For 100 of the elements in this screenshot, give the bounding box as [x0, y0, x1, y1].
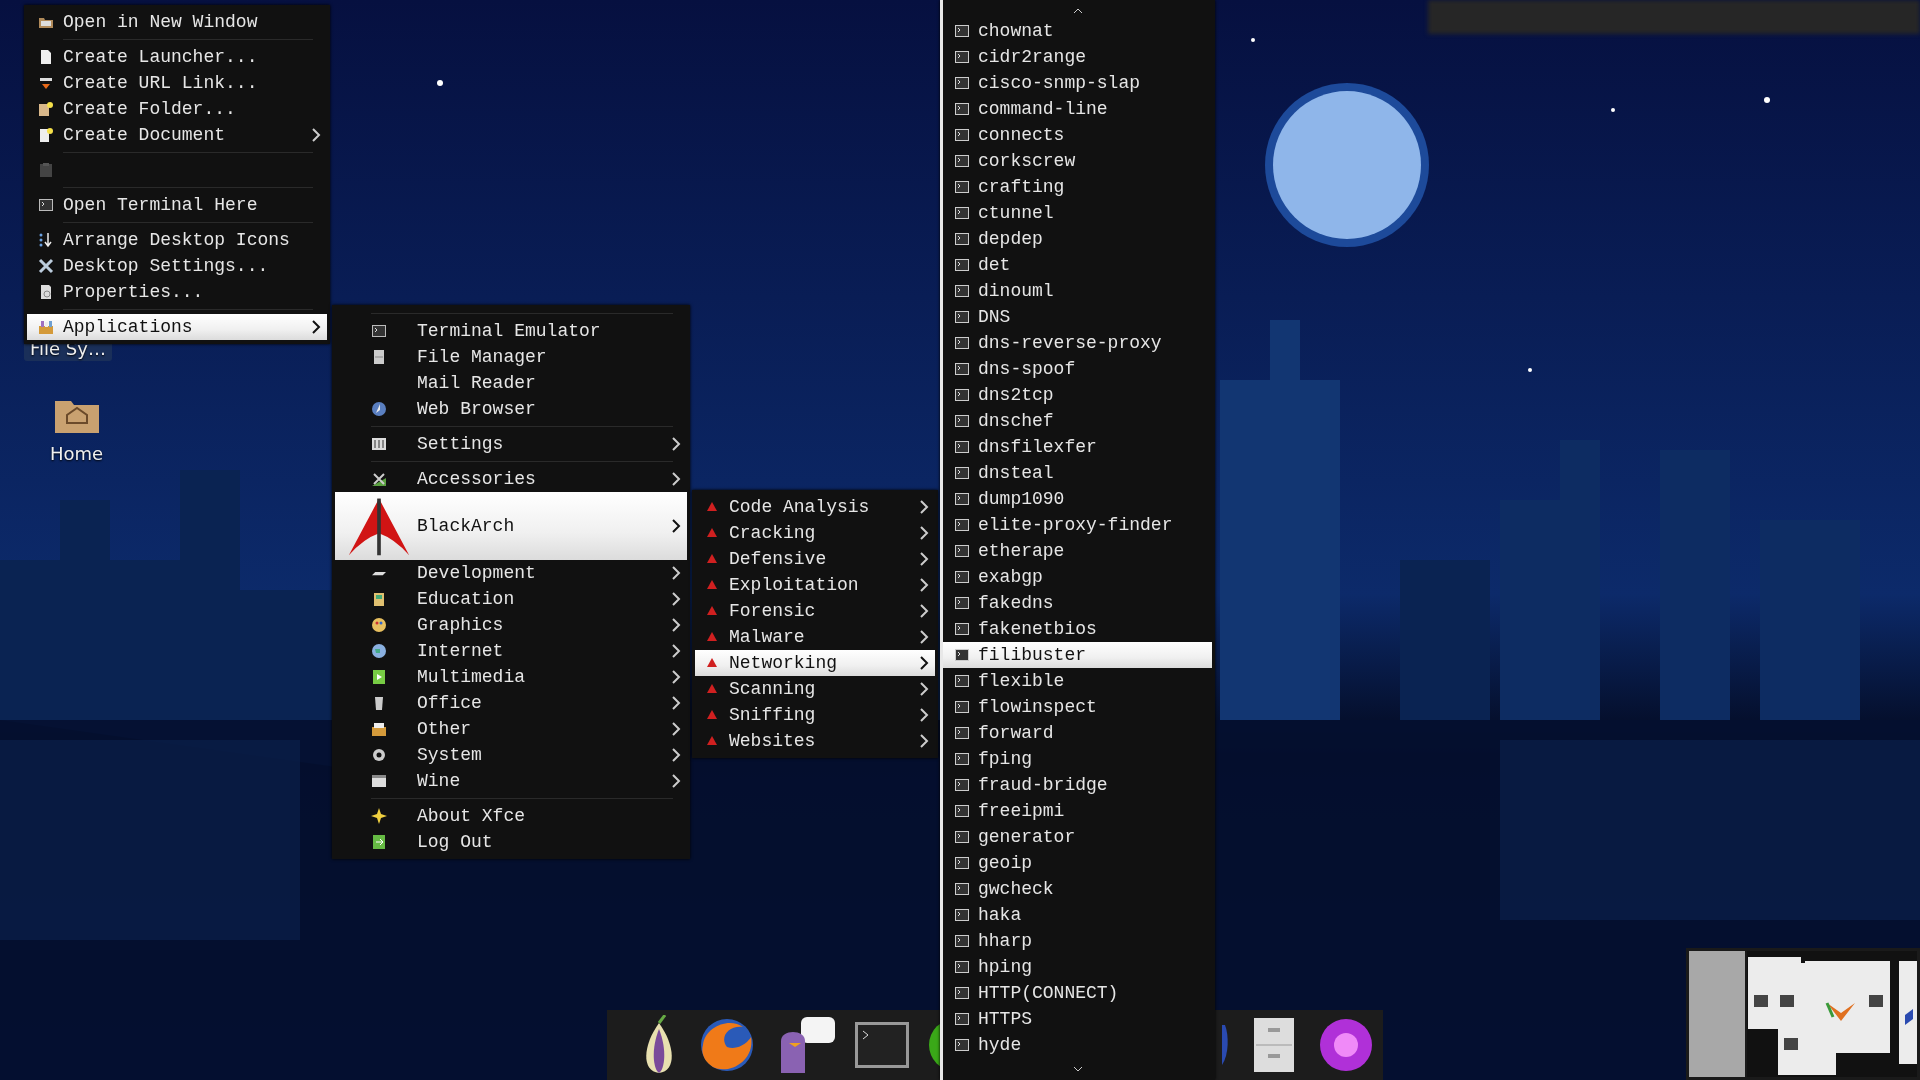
menu-item[interactable]: hharp	[943, 928, 1212, 954]
menu-item[interactable]: Log Out	[335, 829, 687, 855]
menu-item[interactable]: geoip	[943, 850, 1212, 876]
terminal-icon	[955, 232, 969, 246]
menu-item[interactable]: etherape	[943, 538, 1212, 564]
menu-item[interactable]: flexible	[943, 668, 1212, 694]
menu-item[interactable]: Open in New Window	[27, 9, 327, 35]
menu-item[interactable]: Desktop Settings...	[27, 253, 327, 279]
scroll-down-icon[interactable]	[1072, 1066, 1083, 1072]
terminal-icon	[955, 518, 969, 532]
menu-item[interactable]: Create Launcher...	[27, 44, 327, 70]
menu-item[interactable]: forward	[943, 720, 1212, 746]
terminal-icon	[955, 388, 969, 402]
clipboard-icon	[38, 162, 54, 178]
menu-item[interactable]: Applications	[27, 314, 327, 340]
menu-item[interactable]: Create Folder...	[27, 96, 327, 122]
applications-icon	[38, 319, 54, 335]
menu-item[interactable]: Code Analysis	[695, 494, 935, 520]
menu-item[interactable]: dnsfilexfer	[943, 434, 1212, 460]
terminal-icon[interactable]	[855, 1022, 909, 1068]
menu-item[interactable]: corkscrew	[943, 148, 1212, 174]
terminal-icon	[955, 674, 969, 688]
menu-item[interactable]: HTTP(CONNECT)	[943, 980, 1212, 1006]
category-icon	[706, 527, 718, 539]
menu-item[interactable]: Sniffing	[695, 702, 935, 728]
menu-item[interactable]: System	[335, 742, 687, 768]
menu-item[interactable]: Multimedia	[335, 664, 687, 690]
menu-item[interactable]: Mail Reader	[335, 370, 687, 396]
menu-item[interactable]: Internet	[335, 638, 687, 664]
menu-item[interactable]: dinouml	[943, 278, 1212, 304]
menu-item[interactable]: cidr2range	[943, 44, 1212, 70]
menu-item[interactable]: DNS	[943, 304, 1212, 330]
menu-item[interactable]: fping	[943, 746, 1212, 772]
menu-item[interactable]: Properties...	[27, 279, 327, 305]
menu-item[interactable]: dump1090	[943, 486, 1212, 512]
desktop-icon-label[interactable]: Home	[44, 441, 110, 466]
menu-item[interactable]: dns2tcp	[943, 382, 1212, 408]
menu-item[interactable]: Arrange Desktop Icons	[27, 227, 327, 253]
menu-item[interactable]: elite-proxy-finder	[943, 512, 1212, 538]
menu-item[interactable]: Education	[335, 586, 687, 612]
menu-item[interactable]: Web Browser	[335, 396, 687, 422]
menu-item[interactable]: ctunnel	[943, 200, 1212, 226]
menu-item[interactable]: hyde	[943, 1032, 1212, 1058]
menu-item[interactable]: fraud-bridge	[943, 772, 1212, 798]
menu-item[interactable]: connects	[943, 122, 1212, 148]
scroll-up-icon[interactable]	[1072, 8, 1083, 14]
menu-item[interactable]: exabgp	[943, 564, 1212, 590]
menu-item[interactable]: Wine	[335, 768, 687, 794]
menu-item[interactable]: Graphics	[335, 612, 687, 638]
menu-item[interactable]: Other	[335, 716, 687, 742]
menu-item[interactable]: dnsteal	[943, 460, 1212, 486]
menu-item[interactable]: Defensive	[695, 546, 935, 572]
terminal-icon	[955, 960, 969, 974]
menu-item[interactable]: haka	[943, 902, 1212, 928]
workspace-thumbnail[interactable]	[1689, 951, 1745, 1077]
menu-item[interactable]: depdep	[943, 226, 1212, 252]
menu-item[interactable]: Cracking	[695, 520, 935, 546]
sliders-icon	[371, 436, 387, 452]
menu-item[interactable]: gwcheck	[943, 876, 1212, 902]
menu-item[interactable]: BlackArch	[335, 492, 687, 560]
menu-item[interactable]: command-line	[943, 96, 1212, 122]
terminal-icon	[955, 24, 969, 38]
menu-item[interactable]: generator	[943, 824, 1212, 850]
terminal-icon	[955, 778, 969, 792]
menu-item[interactable]: chownat	[943, 18, 1212, 44]
menu-item[interactable]: fakenetbios	[943, 616, 1212, 642]
menu-item[interactable]: filibuster	[943, 642, 1212, 668]
menu-item[interactable]: Scanning	[695, 676, 935, 702]
menu-item[interactable]: cisco-snmp-slap	[943, 70, 1212, 96]
menu-item[interactable]: About Xfce	[335, 803, 687, 829]
menu-item[interactable]: Office	[335, 690, 687, 716]
menu-item[interactable]: Create URL Link...	[27, 70, 327, 96]
menu-item[interactable]: dns-reverse-proxy	[943, 330, 1212, 356]
menu-item[interactable]: Open Terminal Here	[27, 192, 327, 218]
menu-item[interactable]: Exploitation	[695, 572, 935, 598]
menu-item[interactable]: fakedns	[943, 590, 1212, 616]
orb-icon[interactable]	[1318, 1017, 1374, 1073]
menu-item[interactable]: Malware	[695, 624, 935, 650]
menu-item[interactable]: HTTPS	[943, 1006, 1212, 1032]
menu-item[interactable]: Forensic	[695, 598, 935, 624]
category-icon	[706, 657, 718, 669]
menu-item[interactable]: Development	[335, 560, 687, 586]
workspace-thumbnail[interactable]	[1747, 951, 1917, 1077]
menu-item[interactable]: dns-spoof	[943, 356, 1212, 382]
workspace-pager[interactable]	[1686, 948, 1920, 1080]
menu-item[interactable]: Settings	[335, 431, 687, 457]
menu-item[interactable]: freeipmi	[943, 798, 1212, 824]
menu-item[interactable]: flowinspect	[943, 694, 1212, 720]
menu-item[interactable]: Terminal Emulator	[335, 318, 687, 344]
menu-item[interactable]: crafting	[943, 174, 1212, 200]
browser-icon[interactable]	[699, 1017, 755, 1073]
menu-item[interactable]: Create Document	[27, 122, 327, 148]
file-cabinet-icon[interactable]	[1252, 1016, 1296, 1074]
menu-item[interactable]: File Manager	[335, 344, 687, 370]
menu-item[interactable]: det	[943, 252, 1212, 278]
menu-item[interactable]: hping	[943, 954, 1212, 980]
menu-item[interactable]: Networking	[695, 650, 935, 676]
menu-item[interactable]: dnschef	[943, 408, 1212, 434]
menu-item[interactable]: Accessories	[335, 466, 687, 492]
menu-item[interactable]: Websites	[695, 728, 935, 754]
